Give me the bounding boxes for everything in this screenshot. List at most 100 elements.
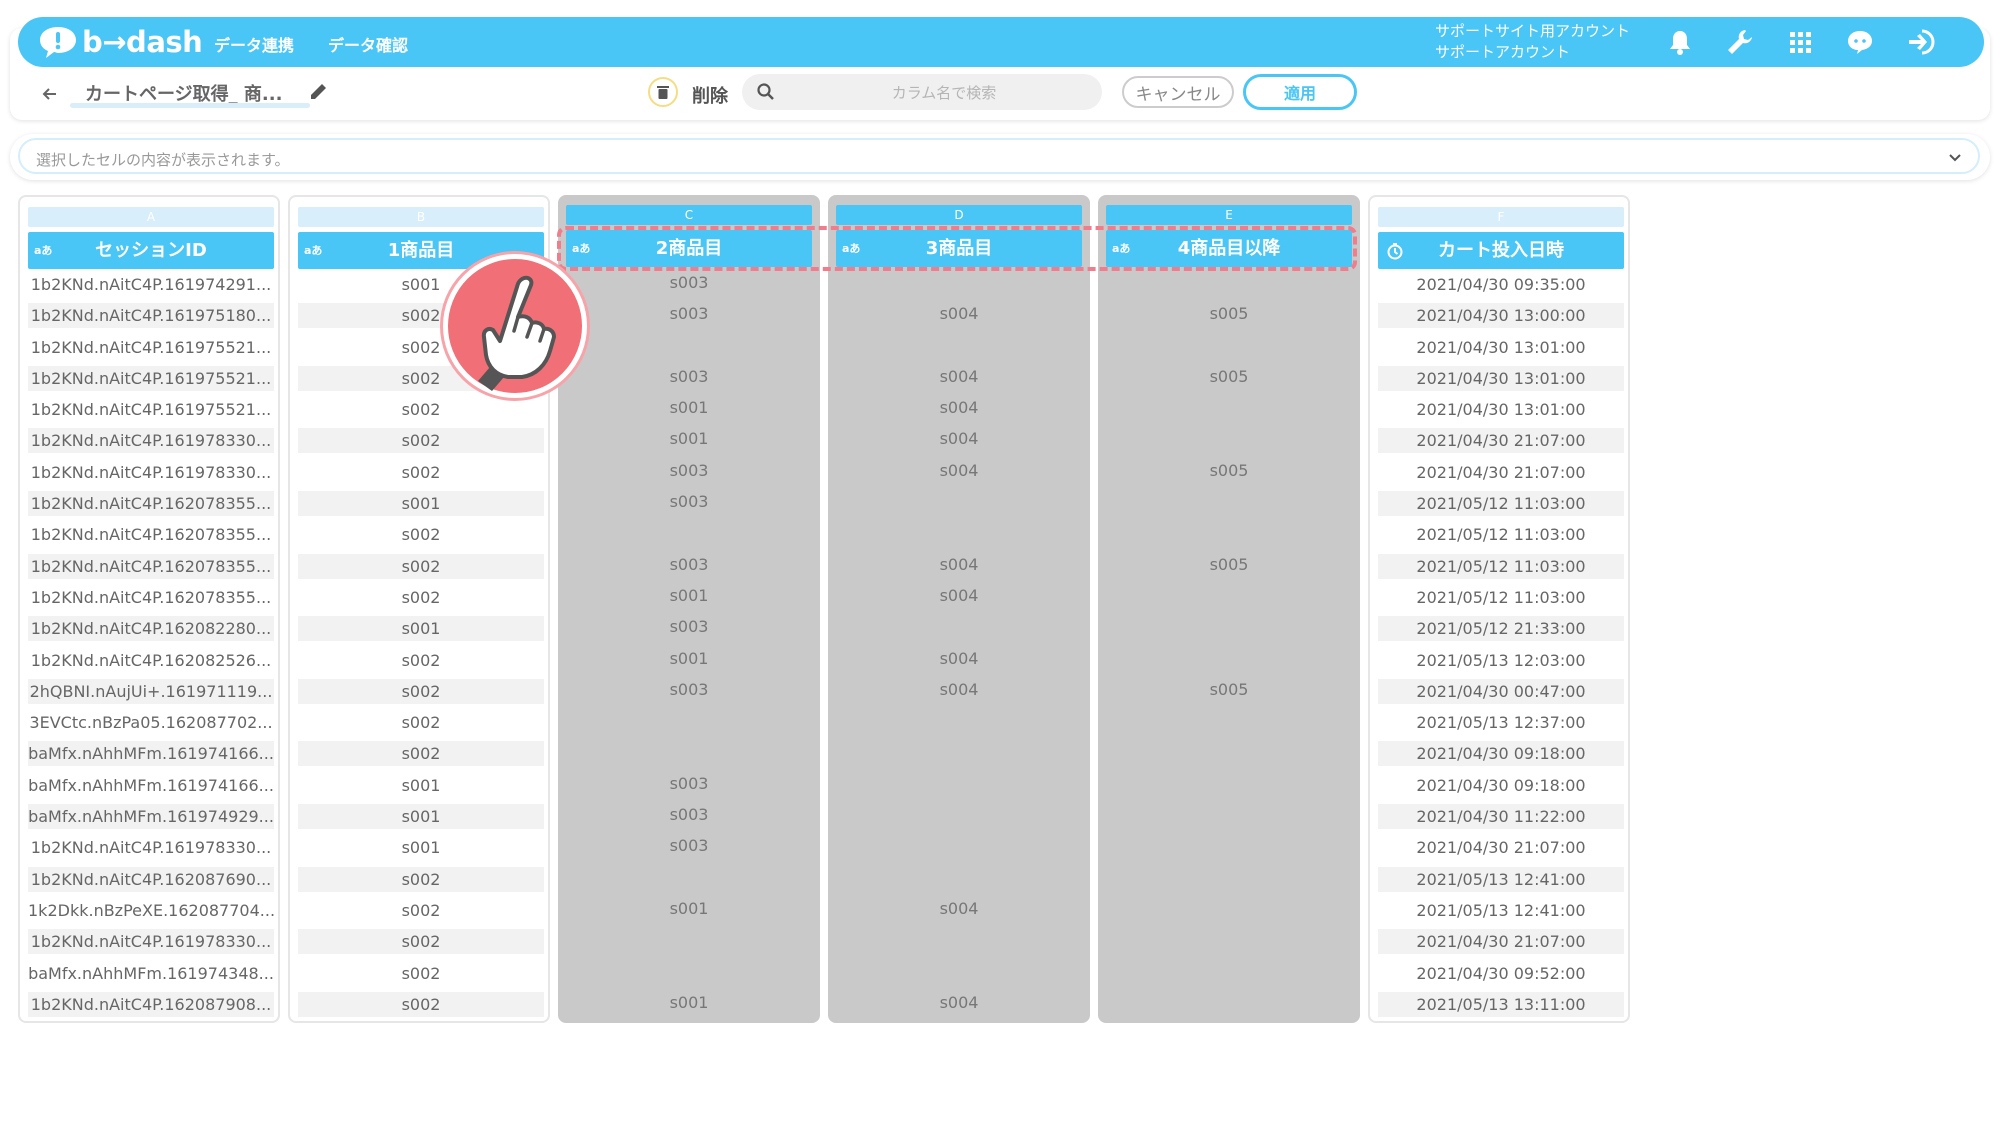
- table-cell[interactable]: [836, 520, 1082, 545]
- table-cell[interactable]: 2hQBNI.nAujUi+.161971119...: [28, 678, 274, 704]
- table-cell[interactable]: [1106, 802, 1352, 827]
- table-cell[interactable]: [1106, 614, 1352, 639]
- table-cell[interactable]: s001: [566, 426, 812, 451]
- table-cell[interactable]: s005: [1106, 677, 1352, 702]
- table-cell[interactable]: 2021/05/12 11:03:00: [1378, 491, 1624, 517]
- table-cell[interactable]: s003: [566, 833, 812, 858]
- table-cell[interactable]: s003: [566, 270, 812, 295]
- table-cell[interactable]: [836, 333, 1082, 358]
- table-cell[interactable]: s004: [836, 583, 1082, 608]
- table-cell[interactable]: 2021/04/30 13:01:00: [1378, 397, 1624, 422]
- back-arrow-icon[interactable]: [38, 82, 62, 106]
- table-cell[interactable]: s003: [566, 802, 812, 827]
- table-cell[interactable]: s005: [1106, 458, 1352, 483]
- column-header[interactable]: カート投入日時: [1378, 232, 1624, 269]
- table-cell[interactable]: 2021/04/30 09:35:00: [1378, 272, 1624, 297]
- table-cell[interactable]: 2021/04/30 09:18:00: [1378, 773, 1624, 798]
- grid-icon[interactable]: [1785, 27, 1815, 57]
- table-cell[interactable]: s002: [298, 741, 544, 767]
- table-cell[interactable]: s002: [298, 648, 544, 673]
- table-cell[interactable]: [1106, 489, 1352, 514]
- table-cell[interactable]: 2021/05/12 11:03:00: [1378, 585, 1624, 610]
- table-cell[interactable]: s002: [298, 585, 544, 610]
- table-cell[interactable]: 2021/04/30 13:00:00: [1378, 303, 1624, 329]
- nav-link-data-integration[interactable]: データ連携: [214, 32, 294, 56]
- column-header[interactable]: aあ セッションID: [28, 232, 274, 269]
- column-letter[interactable]: C: [566, 205, 812, 225]
- table-cell[interactable]: s002: [298, 866, 544, 892]
- table-cell[interactable]: s002: [298, 397, 544, 422]
- table-cell[interactable]: s005: [1106, 552, 1352, 577]
- table-cell[interactable]: 2021/05/13 12:03:00: [1378, 648, 1624, 673]
- table-cell[interactable]: s002: [298, 522, 544, 547]
- table-cell[interactable]: s001: [298, 616, 544, 642]
- column-f[interactable]: F カート投入日時 2021/04/30 09:35:00 2021/04/30 13…: [1368, 195, 1630, 1023]
- pencil-icon[interactable]: [308, 80, 330, 102]
- table-cell[interactable]: s001: [566, 395, 812, 420]
- delete-button[interactable]: [648, 77, 678, 107]
- table-cell[interactable]: s002: [298, 961, 544, 986]
- table-cell[interactable]: 1b2KNd.nAitC4P.161978330...: [28, 460, 274, 485]
- table-cell[interactable]: 2021/05/12 21:33:00: [1378, 616, 1624, 642]
- column-a[interactable]: Aaあ セッションID 1b2KNd.nAitC4P.161974291... 1b2…: [18, 195, 280, 1023]
- table-cell[interactable]: s004: [836, 458, 1082, 483]
- table-cell[interactable]: s004: [836, 301, 1082, 326]
- table-cell[interactable]: 2021/04/30 09:52:00: [1378, 961, 1624, 986]
- table-cell[interactable]: 2021/04/30 21:07:00: [1378, 835, 1624, 860]
- table-cell[interactable]: 1b2KNd.nAitC4P.162082526...: [28, 648, 274, 673]
- table-cell[interactable]: s003: [566, 458, 812, 483]
- table-cell[interactable]: s004: [836, 364, 1082, 389]
- column-search-input[interactable]: [802, 74, 1086, 112]
- table-cell[interactable]: [836, 708, 1082, 733]
- column-letter[interactable]: E: [1106, 205, 1352, 225]
- table-cell[interactable]: 1b2KNd.nAitC4P.162082280...: [28, 616, 274, 642]
- table-cell[interactable]: s004: [836, 426, 1082, 451]
- table-cell[interactable]: [566, 708, 812, 733]
- table-cell[interactable]: baMfx.nAhhMFm.161974348...: [28, 961, 274, 986]
- table-cell[interactable]: [836, 865, 1082, 890]
- logout-icon[interactable]: [1905, 27, 1935, 57]
- table-cell[interactable]: [836, 489, 1082, 514]
- table-cell[interactable]: 2021/04/30 21:07:00: [1378, 460, 1624, 485]
- column-letter[interactable]: A: [28, 207, 274, 227]
- table-cell[interactable]: 1b2KNd.nAitC4P.161975180...: [28, 303, 274, 329]
- table-cell[interactable]: s004: [836, 990, 1082, 1015]
- support-chat-icon[interactable]: [1845, 27, 1875, 57]
- table-cell[interactable]: baMfx.nAhhMFm.161974166...: [28, 741, 274, 767]
- table-cell[interactable]: 1b2KNd.nAitC4P.161975521...: [28, 365, 274, 391]
- table-cell[interactable]: 2021/05/13 12:37:00: [1378, 710, 1624, 735]
- wrench-icon[interactable]: [1725, 27, 1755, 57]
- table-cell[interactable]: s001: [566, 583, 812, 608]
- table-cell[interactable]: 1b2KNd.nAitC4P.161975521...: [28, 397, 274, 422]
- table-cell[interactable]: 1b2KNd.nAitC4P.161978330...: [28, 929, 274, 955]
- table-cell[interactable]: 1b2KNd.nAitC4P.162078355...: [28, 553, 274, 579]
- table-cell[interactable]: 2021/04/30 21:07:00: [1378, 929, 1624, 955]
- table-cell[interactable]: 1b2KNd.nAitC4P.162078355...: [28, 585, 274, 610]
- table-cell[interactable]: 1k2Dkk.nBzPeXE.162087704...: [28, 898, 274, 923]
- table-cell[interactable]: [566, 739, 812, 764]
- table-cell[interactable]: [836, 959, 1082, 984]
- table-cell[interactable]: 2021/05/12 11:03:00: [1378, 553, 1624, 579]
- table-cell[interactable]: 2021/04/30 13:01:00: [1378, 335, 1624, 360]
- table-cell[interactable]: 2021/04/30 11:22:00: [1378, 804, 1624, 830]
- table-cell[interactable]: s001: [298, 773, 544, 798]
- table-cell[interactable]: [1106, 739, 1352, 764]
- table-cell[interactable]: [1106, 927, 1352, 952]
- table-cell[interactable]: s003: [566, 489, 812, 514]
- table-cell[interactable]: s005: [1106, 301, 1352, 326]
- table-cell[interactable]: [836, 614, 1082, 639]
- column-letter[interactable]: B: [298, 207, 544, 227]
- bell-icon[interactable]: [1665, 27, 1695, 57]
- table-cell[interactable]: s003: [566, 301, 812, 326]
- table-cell[interactable]: 1b2KNd.nAitC4P.162078355...: [28, 522, 274, 547]
- table-cell[interactable]: s003: [566, 364, 812, 389]
- table-cell[interactable]: [1106, 990, 1352, 1015]
- table-cell[interactable]: 2021/04/30 13:01:00: [1378, 365, 1624, 391]
- table-cell[interactable]: 1b2KNd.nAitC4P.162078355...: [28, 491, 274, 517]
- table-cell[interactable]: [836, 771, 1082, 796]
- table-cell[interactable]: [836, 833, 1082, 858]
- table-cell[interactable]: [1106, 583, 1352, 608]
- column-letter[interactable]: F: [1378, 207, 1624, 227]
- chevron-down-icon[interactable]: [1946, 148, 1964, 166]
- table-cell[interactable]: [836, 739, 1082, 764]
